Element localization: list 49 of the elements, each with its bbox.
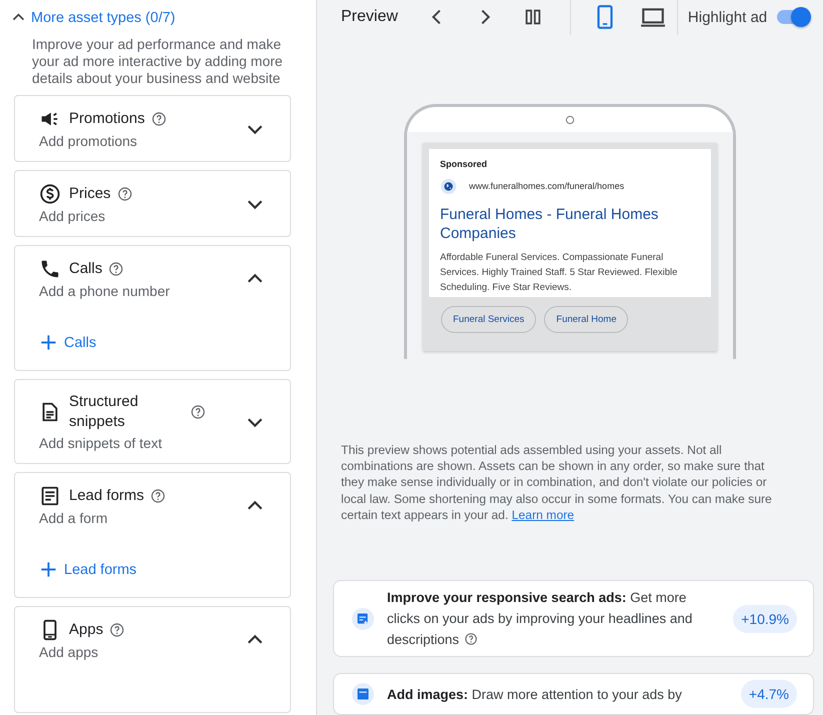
preview-title: Preview [341,8,398,26]
asset-subtitle: Add snippets of text [39,435,163,451]
more-asset-types-toggle[interactable]: More asset types (0/7) [10,9,176,26]
help-icon[interactable] [150,488,166,504]
dollar-icon [39,183,61,205]
asset-subtitle: Add apps [39,644,100,660]
uplift-badge: +10.9% [733,604,797,632]
asset-title: Calls [69,259,102,279]
recommendation-card[interactable]: Improve your responsive search ads: Get more clicks on your ads by improving your headlines and descriptions +10.9% [333,580,814,657]
recommendation-text: Add images: Draw more attention to your ads by [387,686,683,704]
globe-icon [440,178,457,195]
asset-subtitle: Add promotions [39,133,138,149]
learn-more-link[interactable]: Learn more [512,508,574,522]
image-icon [352,683,374,705]
asset-subtitle: Add a form [39,510,108,526]
preview-disclaimer: This preview shows potential ads assembled using your assets. Not all combinations are shown. Assets can be shown in any order, so make sure that they make sense individually or in combination, and don't violate our policies or local law. Some shortening may also occur in some formats. You can make sure certain text appears in your ad. Learn more [341,442,773,523]
help-icon[interactable] [109,622,126,638]
help-icon[interactable] [150,111,167,127]
section-description: Improve your ad performance and make your ad more interactive by adding more details about your business and website [32,36,284,87]
plus-icon [39,333,58,352]
asset-title: Structured snippets [69,392,140,432]
ad-description: Affordable Funeral Services. Compassionate Funeral Services. Highly Trained Staff. 5 Star Reviewed. Flexible Scheduling. Five Star Reviews. [440,250,678,295]
camera-icon [565,114,575,125]
help-icon[interactable] [464,632,478,646]
help-icon[interactable] [108,261,124,277]
highlight-ad-label: Highlight ad [688,8,768,26]
add-asset-button[interactable]: Calls [39,333,96,352]
add-asset-button[interactable]: Lead forms [39,560,137,579]
uplift-badge: +4.7% [740,680,797,708]
ad-url: www.funeralhomes.com/funeral/homes [469,181,624,192]
asset-title: Prices [69,184,111,204]
ad-headline[interactable]: Funeral Homes - Funeral Homes Companies [440,204,700,243]
plus-icon [39,560,58,579]
asset-title: Apps [69,620,104,640]
sitelink-chip[interactable]: Funeral Home [544,306,628,333]
asset-subtitle: Add a phone number [39,283,171,299]
edit-ad-icon [352,608,374,630]
asset-subtitle: Add prices [39,208,106,224]
recommendation-card[interactable]: Add images: Draw more attention to your ads by +4.7% [333,673,814,715]
highlight-ad-switch[interactable] [777,10,810,24]
asset-title: Lead forms [69,486,144,506]
form-icon [39,485,61,507]
asset-title: Promotions [69,109,145,129]
phone-icon [39,258,61,280]
help-icon[interactable] [116,186,133,202]
help-icon[interactable] [190,404,206,420]
recommendation-text: Improve your responsive search ads: Get more clicks on your ads by improving your headlines and descriptions [387,589,694,649]
sponsored-label: Sponsored [440,158,488,169]
sitelink-chip[interactable]: Funeral Services [441,306,536,333]
